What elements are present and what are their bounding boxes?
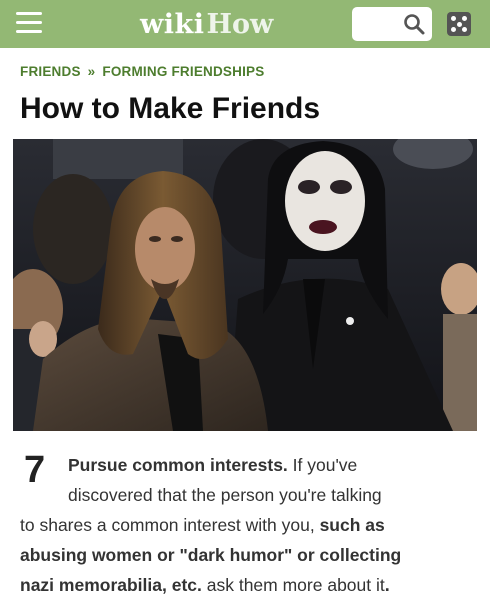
step-text-4: ask them more about it bbox=[201, 575, 385, 595]
logo-wiki-text: wiki bbox=[140, 9, 205, 40]
page-title: How to Make Friends bbox=[20, 92, 321, 125]
step-bold-3: nazi memorabilia, etc. bbox=[20, 575, 202, 595]
step-line-2: discovered that the person you're talkin… bbox=[68, 485, 382, 505]
article-photo[interactable] bbox=[13, 139, 477, 431]
breadcrumb-friends[interactable]: FRIENDS bbox=[20, 64, 81, 79]
logo-how-text: How bbox=[206, 9, 274, 40]
step-bold-1: such as bbox=[319, 515, 385, 535]
breadcrumb: FRIENDS » FORMING FRIENDSHIPS bbox=[20, 64, 264, 82]
step-line-1: Pursue common interests. If you've bbox=[20, 450, 480, 480]
step-bold-2: abusing women or "dark humor" or collect… bbox=[20, 545, 402, 565]
step-bold-end: . bbox=[384, 575, 390, 595]
search-input[interactable] bbox=[352, 7, 404, 41]
step-text: Pursue common interests. If you've disco… bbox=[20, 450, 480, 600]
menu-icon[interactable] bbox=[16, 12, 42, 34]
wikihow-logo[interactable]: wikiHow bbox=[140, 6, 273, 42]
step-title: Pursue common interests. bbox=[68, 455, 288, 475]
photo-illustration bbox=[13, 139, 477, 431]
step-text-1: If you've bbox=[287, 455, 358, 475]
search-icon[interactable] bbox=[402, 12, 426, 36]
breadcrumb-separator: » bbox=[87, 64, 96, 79]
top-bar: wikiHow bbox=[0, 0, 490, 48]
search-box bbox=[352, 7, 432, 41]
breadcrumb-forming-friendships[interactable]: FORMING FRIENDSHIPS bbox=[102, 64, 264, 79]
step-line-3: to shares a common interest with you, su… bbox=[20, 510, 480, 540]
step-line-5: nazi memorabilia, etc. ask them more abo… bbox=[20, 570, 480, 600]
step-text-3: to shares a common interest with you, bbox=[20, 515, 320, 535]
random-article-dice-icon[interactable] bbox=[447, 12, 471, 36]
step-line-4: abusing women or "dark humor" or collect… bbox=[20, 540, 480, 570]
